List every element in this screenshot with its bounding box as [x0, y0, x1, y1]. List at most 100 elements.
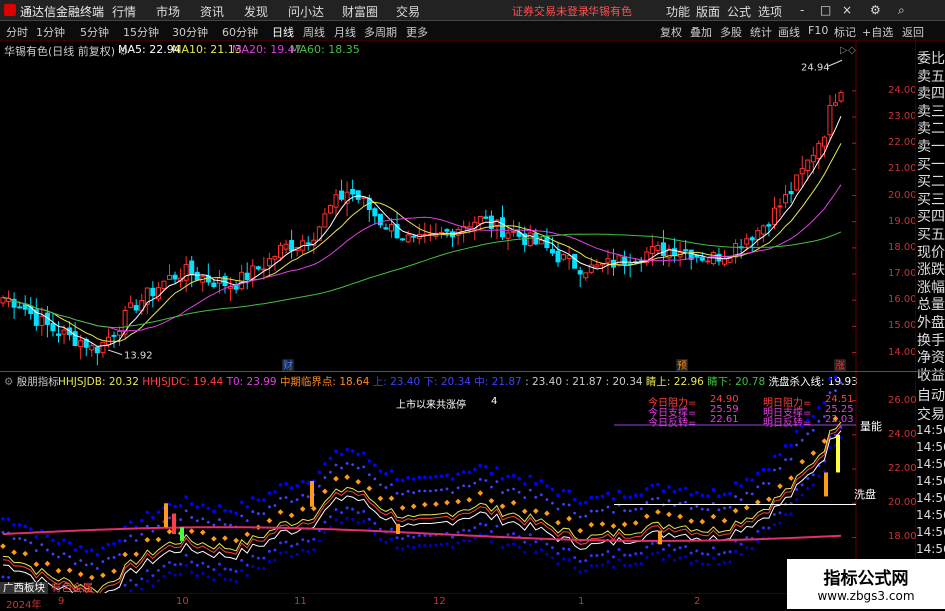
menu-item-quotes[interactable]: 行情	[112, 3, 136, 20]
lower-band-dot-outer	[179, 573, 182, 576]
orange-diamond	[788, 475, 794, 481]
menu-item-ask[interactable]: 问小达	[288, 3, 324, 20]
candle	[401, 239, 405, 240]
hhjsjdb-line	[3, 422, 841, 592]
orange-diamond	[78, 571, 84, 577]
overlay-button[interactable]: 叠加	[690, 24, 712, 40]
orange-diamond	[733, 508, 739, 514]
lower-band-dot-outer	[173, 573, 176, 576]
tab-monthly[interactable]: 月线	[334, 24, 356, 40]
lower-band-dot	[257, 557, 260, 560]
upper-band-dot-inner	[418, 490, 421, 493]
f10-button[interactable]: F10	[808, 24, 828, 37]
close-button[interactable]: ×	[842, 3, 852, 17]
orange-diamond	[344, 474, 350, 480]
menu-item-news[interactable]: 资讯	[200, 3, 224, 20]
upper-band-dot	[101, 546, 105, 550]
candle	[706, 261, 710, 262]
high-price-label: 24.94	[801, 62, 830, 73]
menu-item-wealth[interactable]: 财富圈	[342, 3, 378, 20]
menu-function[interactable]: 功能	[666, 3, 690, 20]
search-icon[interactable]: ⌕	[898, 3, 905, 18]
upper-band-dot	[390, 469, 394, 473]
candlestick-chart[interactable]: 24.9413.92财预涨◇▷	[0, 41, 857, 371]
tab-30min[interactable]: 30分钟	[172, 24, 208, 40]
upper-band-dot	[151, 516, 155, 520]
indicator-tick: 22.00	[888, 463, 917, 474]
lower-band-dot	[812, 473, 815, 476]
settings-gear-icon[interactable]: ⚙	[870, 3, 881, 17]
upper-band-dot-inner	[201, 517, 204, 520]
month-11: 11	[294, 596, 307, 607]
menu-layout[interactable]: 版面	[696, 3, 720, 20]
minimize-button[interactable]: -	[800, 3, 804, 17]
account-notice[interactable]: 证券交易未登录	[512, 3, 589, 19]
lower-band-dot	[212, 568, 215, 571]
sector-tab-metals[interactable]: 有色金属	[48, 582, 96, 594]
candle	[95, 347, 99, 353]
lower-band-dot	[557, 552, 560, 555]
menu-item-discover[interactable]: 发现	[244, 3, 268, 20]
menu-item-market[interactable]: 市场	[156, 3, 180, 20]
lower-band-dot-outer	[667, 554, 670, 557]
multi-stock-button[interactable]: 多股	[720, 24, 742, 40]
upper-band-dot	[534, 482, 538, 486]
back-button[interactable]: 返回	[902, 24, 924, 40]
upper-band-dot-inner	[612, 511, 615, 514]
upper-band-dot	[662, 489, 666, 493]
lower-band-dot-outer	[778, 522, 781, 525]
upper-band-dot-inner	[479, 478, 482, 481]
tab-multi-period[interactable]: 多周期	[364, 24, 397, 40]
sector-tab-guangxi[interactable]: 广西板块	[0, 582, 48, 594]
candle	[723, 259, 727, 264]
candle	[406, 235, 410, 242]
indicator-chart[interactable]	[0, 372, 857, 594]
candle	[112, 335, 116, 336]
candle	[584, 273, 588, 278]
tab-5min[interactable]: 5分钟	[80, 24, 109, 40]
candle	[789, 192, 793, 194]
lower-band-dot-outer	[140, 587, 143, 590]
lower-band-dot	[573, 556, 576, 559]
menu-formula[interactable]: 公式	[727, 3, 751, 20]
tab-1min[interactable]: 1分钟	[36, 24, 65, 40]
upper-band-dot	[639, 493, 643, 497]
upper-band-dot-inner	[551, 502, 554, 505]
adjust-button[interactable]: 复权	[660, 24, 682, 40]
add-watchlist-button[interactable]: +自选	[862, 24, 893, 40]
upper-band-dot	[273, 490, 277, 494]
menu-item-trade[interactable]: 交易	[396, 3, 420, 20]
maximize-button[interactable]: □	[820, 3, 831, 17]
upper-band-dot-inner	[346, 462, 349, 465]
orange-diamond	[333, 476, 339, 482]
draw-line-button[interactable]: 画线	[778, 24, 800, 40]
tab-intraday[interactable]: 分时	[6, 24, 28, 40]
lower-band-dot	[601, 553, 604, 556]
candle	[57, 334, 61, 335]
candle	[134, 306, 138, 310]
orange-diamond	[555, 520, 561, 526]
tab-60min[interactable]: 60分钟	[222, 24, 258, 40]
upper-band-dot-inner	[723, 507, 726, 510]
orange-diamond	[366, 486, 372, 492]
upper-band-dot-inner	[357, 467, 360, 470]
tab-15min[interactable]: 15分钟	[123, 24, 159, 40]
stats-button[interactable]: 统计	[750, 24, 772, 40]
lower-band-dot	[662, 548, 665, 551]
menu-options[interactable]: 选项	[758, 3, 782, 20]
upper-band-dot	[73, 548, 77, 552]
upper-band-dot-inner	[251, 510, 254, 513]
app-logo-icon	[4, 4, 16, 16]
lower-band-dot-outer	[440, 543, 443, 546]
tab-weekly[interactable]: 周线	[303, 24, 325, 40]
mark-button[interactable]: 标记	[834, 24, 856, 40]
month-9: 9	[58, 596, 64, 607]
tab-more[interactable]: 更多	[406, 24, 428, 40]
tab-daily[interactable]: 日线	[272, 24, 294, 40]
candle	[1, 298, 5, 303]
lower-band-dot	[262, 557, 265, 560]
upper-band-dot-inner	[684, 501, 687, 504]
upper-band-dot-inner	[829, 391, 832, 394]
upper-band-dot-inner	[690, 507, 693, 510]
upper-band-dot	[695, 491, 699, 495]
